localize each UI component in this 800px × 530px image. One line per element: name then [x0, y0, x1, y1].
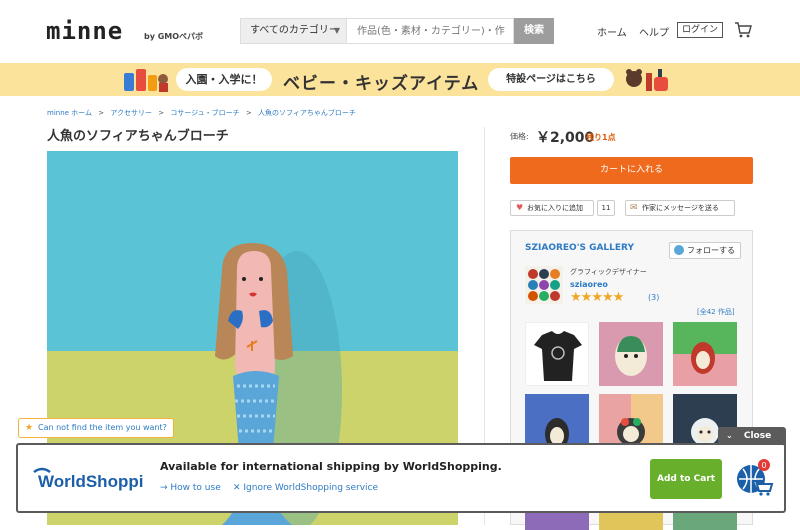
nav-help-link[interactable]: ヘルプ	[639, 24, 669, 39]
star-icon: ★	[580, 290, 593, 305]
creator-role: グラフィックデザイナー	[570, 268, 647, 276]
promo-banner[interactable]: 入園・入学に！ ベビー・キッズアイテム 特設ページはこちら	[0, 63, 800, 96]
cart-badge-count: 0	[761, 461, 766, 470]
chevron-down-icon: ▼	[333, 26, 340, 35]
follow-button[interactable]: フォローする	[669, 242, 741, 259]
creator-name-link[interactable]: sziaoreo	[570, 280, 608, 289]
how-to-use-link[interactable]: → How to use	[160, 483, 221, 493]
breadcrumb-item-accessory[interactable]: アクセサリー	[110, 109, 152, 117]
creator-avatar[interactable]	[525, 266, 563, 304]
category-select[interactable]: すべてのカテゴリー ▼	[240, 18, 347, 44]
add-to-cart-button[interactable]: カートに入れる	[510, 157, 753, 184]
banner-title: ベビー・キッズアイテム	[283, 74, 480, 94]
category-select-value: すべてのカテゴリー	[250, 25, 339, 36]
breadcrumb-separator: >	[98, 109, 105, 117]
minne-logo[interactable]: minne	[46, 17, 123, 45]
arrow-right-icon: →	[160, 483, 171, 493]
star-icon: ★	[570, 290, 582, 305]
globe-cart-icon[interactable]: 0	[734, 457, 774, 497]
logo-subtitle: by GMOペパボ	[144, 32, 204, 41]
nav-home-link[interactable]: ホーム	[597, 24, 627, 39]
gallery-name-link[interactable]: SZIAOREO'S GALLERY	[525, 243, 634, 253]
ignore-service-link[interactable]: ✕ Ignore WorldShopping service	[233, 483, 378, 493]
banner-illustration-left	[124, 69, 168, 92]
star-icon: ★	[25, 423, 34, 433]
site-header: minne by GMOペパボ すべてのカテゴリー ▼ 検索 ホーム ヘルプ ロ…	[0, 0, 800, 62]
review-count-link[interactable]: (3)	[648, 293, 659, 302]
help-tip-label: Can not find the item you want?	[38, 423, 167, 432]
breadcrumb-item-current[interactable]: 人魚のソフィアちゃんブローチ	[258, 109, 356, 117]
worldshopping-bar: WorldShopping Available for internationa…	[16, 443, 786, 513]
banner-pill-left: 入園・入学に！	[176, 68, 272, 91]
stock-badge: 残り1点	[586, 133, 616, 142]
breadcrumb-item-brooch[interactable]: コサージュ・ブローチ	[170, 109, 239, 117]
how-to-use-label: How to use	[170, 483, 221, 493]
search-input[interactable]	[347, 18, 514, 44]
ignore-label: Ignore WorldShopping service	[243, 483, 379, 493]
star-rating: ★★★★★	[570, 290, 625, 305]
star-icon: ★	[591, 290, 603, 305]
worldshopping-logo-text: WorldShopping	[38, 472, 144, 491]
star-icon: ★	[612, 290, 625, 305]
favorite-button[interactable]: ♥ お気に入りに追加	[510, 200, 594, 216]
favorite-count: 11	[597, 200, 615, 216]
work-count-link[interactable]: [全42 作品]	[697, 307, 735, 317]
message-button-label: 作家にメッセージを送る	[642, 204, 719, 212]
chevron-down-icon: ⌄	[726, 431, 733, 440]
star-icon: ★	[601, 290, 614, 305]
ws-add-to-cart-button[interactable]: Add to Cart	[650, 459, 722, 499]
breadcrumb-separator: >	[158, 109, 165, 117]
product-title: 人魚のソフィアちゃんブローチ	[47, 129, 229, 144]
follow-button-label: フォローする	[687, 246, 735, 255]
favorite-button-label: お気に入りに追加	[527, 204, 583, 212]
search-button[interactable]: 検索	[514, 18, 554, 44]
worldshopping-title: Available for international shipping by …	[160, 460, 502, 473]
heart-icon: ♥	[516, 203, 524, 212]
message-creator-button[interactable]: ✉ 作家にメッセージを送る	[625, 200, 735, 216]
gallery-thumb[interactable]	[599, 322, 663, 386]
follow-icon	[674, 245, 684, 255]
close-icon: ✕	[233, 483, 244, 493]
brooch-thumb-image	[673, 322, 737, 374]
help-tip-link[interactable]: ★ Can not find the item you want?	[18, 418, 174, 438]
close-label: Close	[743, 431, 772, 441]
envelope-icon: ✉	[630, 203, 638, 213]
worldshopping-logo: WorldShopping	[33, 467, 144, 491]
login-button[interactable]: ログイン	[677, 22, 723, 38]
breadcrumb-item-home[interactable]: minne ホーム	[47, 109, 92, 117]
price-label: 価格:	[510, 132, 529, 141]
banner-pill-right[interactable]: 特設ページはこちら	[488, 68, 614, 91]
banner-illustration-right	[626, 69, 668, 91]
cart-icon[interactable]	[734, 21, 752, 39]
gallery-thumb[interactable]	[673, 322, 737, 386]
breadcrumb: minne ホーム > アクセサリー > コサージュ・ブローチ > 人魚のソフィ…	[47, 108, 360, 118]
tshirt-thumb-image	[534, 331, 582, 381]
breadcrumb-separator: >	[245, 109, 252, 117]
gallery-thumb[interactable]	[525, 322, 589, 386]
brooch-thumb-image	[615, 336, 647, 376]
